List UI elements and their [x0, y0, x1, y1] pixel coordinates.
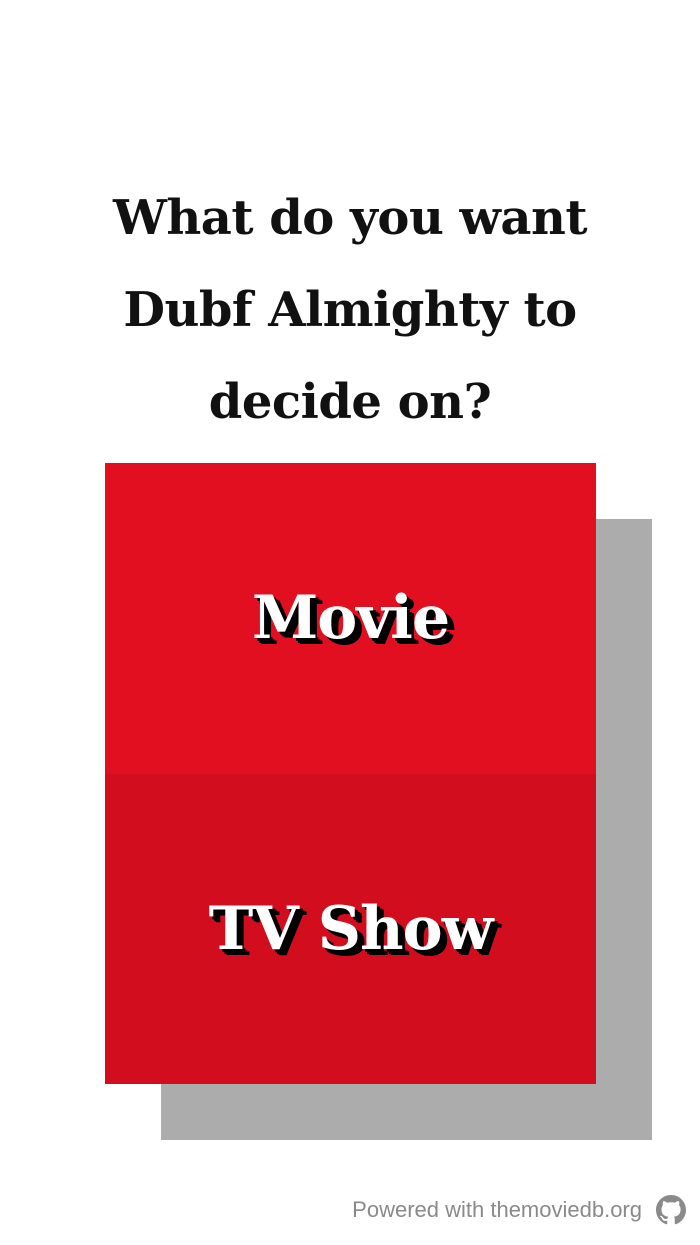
github-icon[interactable]	[656, 1195, 686, 1225]
choice-card: Movie TV Show	[105, 463, 596, 1084]
powered-by-text: Powered with themoviedb.org	[352, 1197, 642, 1222]
movie-button[interactable]: Movie	[105, 463, 596, 774]
question-heading: What do you want Dubf Almighty to decide…	[112, 190, 588, 430]
footer: Powered with themoviedb.org	[352, 1195, 686, 1225]
tv-show-button[interactable]: TV Show	[105, 773, 596, 1084]
